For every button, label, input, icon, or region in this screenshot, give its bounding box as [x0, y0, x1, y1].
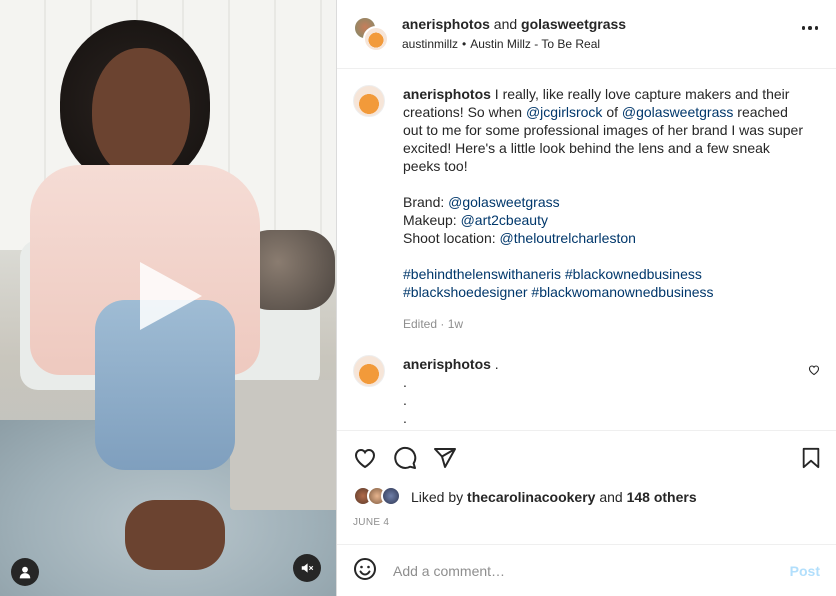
comment-body: anerisphotos . . . . [403, 355, 803, 427]
header-separator: • [462, 37, 467, 51]
header-joiner: and [493, 16, 518, 32]
comment-icon[interactable] [393, 446, 417, 473]
mention-link[interactable]: @golasweetgrass [622, 104, 734, 120]
credit-label: Shoot location: [403, 230, 496, 246]
play-icon[interactable] [140, 262, 202, 330]
heart-icon[interactable] [808, 363, 820, 379]
header-user1-link[interactable]: anerisphotos [402, 16, 490, 32]
likes-text: Liked by thecarolinacookery and 148 othe… [411, 489, 697, 505]
comment-line: . [403, 374, 407, 390]
header-user2-link[interactable]: golasweetgrass [521, 16, 626, 32]
caption-username[interactable]: anerisphotos [403, 86, 491, 102]
comments-section[interactable]: anerisphotos I really, like really love … [337, 69, 836, 430]
collab-avatars[interactable] [353, 16, 389, 52]
post-button[interactable]: Post [790, 563, 820, 579]
heart-icon[interactable] [353, 446, 377, 473]
action-bar: Liked by thecarolinacookery and 148 othe… [337, 430, 836, 544]
meta-separator: · [440, 317, 445, 331]
media-person-face [92, 48, 190, 178]
header-audio: austinmillz • Austin Millz - To Be Real [402, 35, 626, 53]
likes-prefix: Liked by [411, 489, 464, 505]
post-panel: anerisphotos and golasweetgrass austinmi… [337, 0, 836, 596]
liker-avatars[interactable] [353, 486, 405, 508]
media-side-table [230, 380, 336, 510]
comment-item: anerisphotos . . . . [353, 355, 820, 427]
bookmark-icon[interactable] [800, 447, 822, 472]
emoji-icon[interactable] [353, 557, 377, 584]
caption-meta: Edited · 1w [403, 315, 803, 333]
caption-text: of [606, 104, 618, 120]
send-icon[interactable] [433, 446, 457, 473]
caption-hashtags: #behindthelenswithaneris #blackownedbusi… [403, 265, 803, 301]
hashtag-link[interactable]: #blackownedbusiness [565, 266, 702, 282]
mention-link[interactable]: @theloutrelcharleston [500, 230, 636, 246]
hashtag-link[interactable]: #blackshoedesigner [403, 284, 528, 300]
comment-input[interactable] [393, 562, 753, 579]
media-person-feet [125, 500, 225, 570]
mention-link[interactable]: @golasweetgrass [448, 194, 560, 210]
action-buttons [353, 431, 820, 483]
mute-icon[interactable] [293, 554, 321, 582]
credit-label: Makeup: [403, 212, 457, 228]
more-horizontal-icon[interactable] [801, 26, 818, 30]
post-media[interactable] [0, 0, 337, 596]
audio-track-link[interactable]: Austin Millz - To Be Real [470, 37, 600, 51]
avatar[interactable] [353, 355, 385, 387]
comment-line: . [403, 410, 407, 426]
likes-count-link[interactable]: 148 others [627, 489, 697, 505]
caption-body: anerisphotos I really, like really love … [403, 85, 803, 333]
comment-username[interactable]: anerisphotos [403, 356, 491, 372]
credit-label: Brand: [403, 194, 445, 210]
post-date[interactable]: JUNE 4 [353, 517, 820, 528]
edited-label: Edited [403, 317, 438, 331]
likes-row: Liked by thecarolinacookery and 148 othe… [353, 483, 820, 511]
header-text: anerisphotos and golasweetgrass austinmi… [402, 15, 626, 53]
avatar[interactable] [353, 85, 385, 117]
caption-paragraph: anerisphotos I really, like really love … [403, 85, 803, 175]
caption: anerisphotos I really, like really love … [353, 85, 820, 333]
header-title: anerisphotos and golasweetgrass [402, 15, 626, 33]
hashtag-link[interactable]: #blackwomanownedbusiness [531, 284, 713, 300]
liker-link[interactable]: thecarolinacookery [467, 489, 595, 505]
mention-link[interactable]: @jcgirlsrock [526, 104, 602, 120]
post-header: anerisphotos and golasweetgrass austinmi… [337, 0, 836, 69]
audio-user-link[interactable]: austinmillz [402, 37, 458, 51]
mention-link[interactable]: @art2cbeauty [461, 212, 548, 228]
avatar[interactable] [381, 486, 401, 506]
caption-credits: Brand: @golasweetgrass Makeup: @art2cbea… [403, 193, 803, 247]
hashtag-link[interactable]: #behindthelenswithaneris [403, 266, 561, 282]
user-tag-icon[interactable] [11, 558, 39, 586]
add-comment-bar: Post [337, 544, 836, 596]
avatar[interactable] [363, 26, 389, 52]
likes-joiner: and [599, 489, 623, 505]
caption-age[interactable]: 1w [448, 317, 463, 331]
comment-text: . [494, 356, 499, 372]
comment-line: . [403, 392, 407, 408]
